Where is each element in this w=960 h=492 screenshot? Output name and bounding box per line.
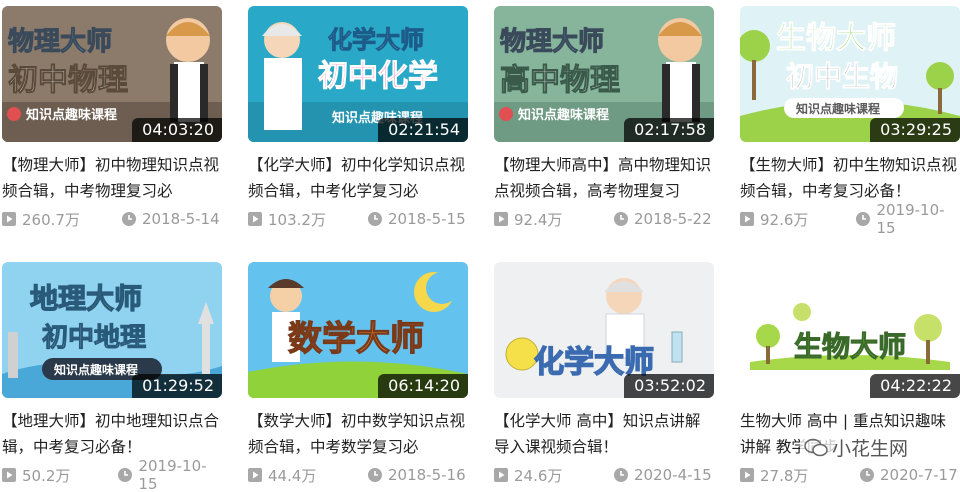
view-count: 92.6万 (760, 210, 809, 229)
play-count-icon (494, 468, 508, 482)
clock-icon (614, 212, 628, 226)
video-duration: 02:17:58 (624, 118, 714, 142)
video-thumbnail[interactable]: 化学大师 初中化学 知识点趣味课程 02:21:54 (248, 6, 468, 142)
play-count-icon (494, 212, 508, 226)
clock-icon (368, 212, 382, 226)
thumb-tag-text: 知识点趣味课程 (26, 107, 117, 123)
video-title[interactable]: 【化学大师】初中化学知识点视频合辑，中考化学复习必 (248, 152, 466, 204)
video-title[interactable]: 【物理大师】初中物理知识点视频合辑，中考物理复习必 (2, 152, 220, 204)
video-title[interactable]: 【生物大师】初中生物知识点视频合辑，中考复习必备！ (740, 152, 958, 204)
view-count: 92.4万 (514, 210, 563, 229)
thumb-title-text: 生物大师 (794, 330, 906, 363)
video-grid: 物理大师 初中物理 知识点趣味课程 04:03:20 【物理大师】初中物理知识点… (0, 0, 960, 492)
video-meta: 92.4万 2018-5-22 (494, 208, 714, 230)
thumb-subject-text: 初中地理 (42, 323, 146, 353)
video-card[interactable]: 化学大师 03:52:02 【化学大师 高中】知识点讲解导入课视频合辑！ 24.… (494, 262, 714, 486)
video-duration: 03:52:02 (624, 374, 714, 398)
upload-date: 2018-5-14 (142, 210, 220, 228)
thumb-title-text: 物理大师 (8, 27, 112, 57)
thumb-title-text: 生物大师 (776, 21, 896, 56)
upload-date: 2019-10-15 (876, 201, 945, 237)
view-count: 260.7万 (22, 210, 80, 229)
clock-icon (368, 468, 382, 482)
video-duration: 02:21:54 (378, 118, 468, 142)
video-duration: 04:03:20 (132, 118, 222, 142)
thumb-title-text: 物理大师 (500, 27, 604, 57)
video-thumbnail[interactable]: 物理大师 初中物理 知识点趣味课程 04:03:20 (2, 6, 222, 142)
thumb-tag-text: 知识点趣味课程 (795, 101, 880, 116)
thumb-title-text: 地理大师 (30, 282, 142, 315)
video-card[interactable]: 物理大师 初中物理 知识点趣味课程 04:03:20 【物理大师】初中物理知识点… (2, 6, 222, 230)
view-count: 24.6万 (514, 466, 563, 485)
watermark-text: 小花生网 (832, 438, 909, 460)
video-card[interactable]: 生物大师 初中生物 知识点趣味课程 03:29:25 【生物大师】初中生物知识点… (740, 6, 960, 237)
video-card[interactable]: 物理大师 高中物理 知识点趣味课程 02:17:58 【物理大师高中】高中物理知… (494, 6, 714, 230)
watermark: 小花生网 (800, 434, 913, 461)
video-meta: 50.2万 2019-10-15 (2, 457, 222, 492)
video-meta: 92.6万 2019-10-15 (740, 201, 960, 237)
video-thumbnail[interactable]: 数学大师 06:14:20 (248, 262, 468, 398)
upload-date: 2020-4-15 (634, 466, 712, 484)
thumb-title-text: 数学大师 (288, 319, 424, 359)
video-meta: 27.8万 2020-7-17 (740, 464, 960, 486)
clock-icon (614, 468, 628, 482)
play-count-icon (740, 212, 754, 226)
video-thumbnail[interactable]: 生物大师 初中生物 知识点趣味课程 03:29:25 (740, 6, 960, 142)
video-meta: 24.6万 2020-4-15 (494, 464, 714, 486)
wechat-icon (804, 438, 828, 456)
play-count-icon (248, 212, 262, 226)
upload-date: 2018-5-15 (388, 210, 466, 228)
video-card[interactable]: 地理大师 初中地理 知识点趣味课程 01:29:52 【地理大师】初中地理知识点… (2, 262, 222, 492)
upload-date: 2018-5-22 (634, 210, 712, 228)
thumb-subject-text: 初中生物 (786, 60, 898, 93)
video-thumbnail[interactable]: 地理大师 初中地理 知识点趣味课程 01:29:52 (2, 262, 222, 398)
view-count: 27.8万 (760, 466, 809, 485)
play-count-icon (2, 468, 16, 482)
upload-date: 2019-10-15 (138, 457, 207, 492)
play-count-icon (740, 468, 754, 482)
view-count: 44.4万 (268, 466, 317, 485)
video-duration: 03:29:25 (870, 118, 960, 142)
video-title[interactable]: 【物理大师高中】高中物理知识点视频合辑，高考物理复习 (494, 152, 712, 204)
thumb-title-text: 化学大师 (328, 26, 424, 54)
thumb-subject-text: 初中化学 (318, 59, 438, 94)
video-title[interactable]: 【地理大师】初中地理知识点合辑，中考复习必备！ (2, 408, 220, 460)
video-title[interactable]: 【化学大师 高中】知识点讲解导入课视频合辑！ (494, 408, 712, 460)
video-duration: 06:14:20 (378, 374, 468, 398)
video-meta: 44.4万 2018-5-16 (248, 464, 468, 486)
view-count: 50.2万 (22, 466, 71, 485)
play-count-icon (248, 468, 262, 482)
clock-icon (856, 212, 871, 226)
video-thumbnail[interactable]: 化学大师 03:52:02 (494, 262, 714, 398)
clock-icon (118, 468, 133, 482)
clock-icon (122, 212, 136, 226)
video-thumbnail[interactable]: 生物大师 04:22:22 (740, 262, 960, 398)
clock-icon (860, 468, 874, 482)
video-meta: 260.7万 2018-5-14 (2, 208, 222, 230)
video-meta: 103.2万 2018-5-15 (248, 208, 468, 230)
video-card[interactable]: 化学大师 初中化学 知识点趣味课程 02:21:54 【化学大师】初中化学知识点… (248, 6, 468, 230)
video-card[interactable]: 数学大师 06:14:20 【数学大师】初中数学知识点视频合辑，中考数学复习必 … (248, 262, 468, 486)
thumb-tag-text: 知识点趣味课程 (518, 107, 609, 123)
video-duration: 04:22:22 (870, 374, 960, 398)
view-count: 103.2万 (268, 210, 326, 229)
video-thumbnail[interactable]: 物理大师 高中物理 知识点趣味课程 02:17:58 (494, 6, 714, 142)
video-duration: 01:29:52 (132, 374, 222, 398)
thumb-subject-text: 高中物理 (500, 63, 620, 98)
upload-date: 2020-7-17 (880, 466, 958, 484)
thumb-tag-text: 知识点趣味课程 (53, 362, 138, 377)
video-title[interactable]: 【数学大师】初中数学知识点视频合辑，中考数学复习必 (248, 408, 466, 460)
play-count-icon (2, 212, 16, 226)
thumb-subject-text: 初中物理 (8, 63, 128, 98)
upload-date: 2018-5-16 (388, 466, 466, 484)
